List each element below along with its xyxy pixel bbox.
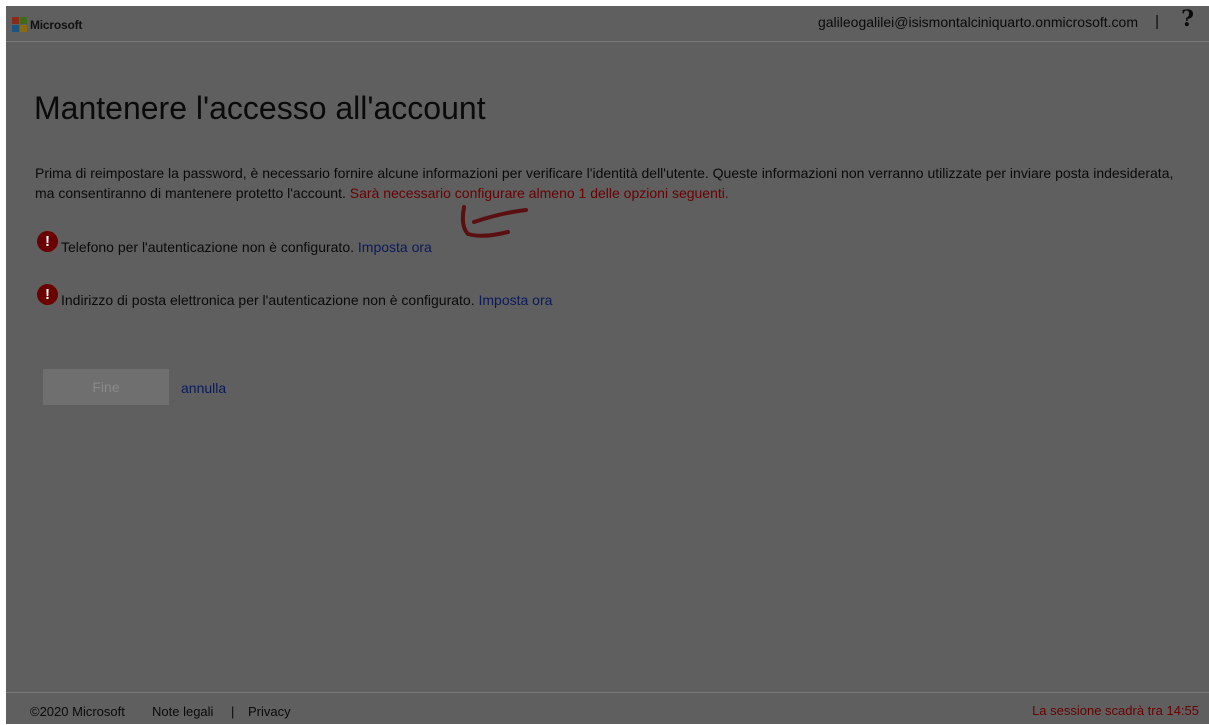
finish-button[interactable]: Fine xyxy=(43,369,169,405)
privacy-link[interactable]: Privacy xyxy=(248,704,291,719)
error-icon: ! xyxy=(37,231,58,252)
status-text: Indirizzo di posta elettronica per l'aut… xyxy=(61,284,552,308)
session-timer: La sessione scadrà tra 14:55 xyxy=(1032,703,1199,718)
hand-drawn-arrow-annotation xyxy=(460,205,528,238)
brand-name: Microsoft xyxy=(30,17,83,32)
legal-notes-link[interactable]: Note legali xyxy=(152,704,213,719)
copyright: ©2020 Microsoft xyxy=(30,704,125,719)
intro-warning: Sarà necessario configurare almeno 1 del… xyxy=(349,185,729,201)
microsoft-logo: Microsoft xyxy=(12,17,82,32)
email-status-label: Indirizzo di posta elettronica per l'aut… xyxy=(61,292,479,308)
cancel-link[interactable]: annulla xyxy=(181,380,226,396)
top-header: Microsoft galileogalilei@isismontalciniq… xyxy=(6,6,1209,42)
footer-separator: | xyxy=(231,704,235,719)
user-email: galileogalilei@isismontalciniquarto.onmi… xyxy=(817,14,1138,30)
footer: ©2020 Microsoft Note legali | Privacy La… xyxy=(6,692,1209,725)
header-separator: | xyxy=(1155,13,1159,30)
set-email-link[interactable]: Imposta ora xyxy=(478,292,552,308)
page: Microsoft galileogalilei@isismontalciniq… xyxy=(6,6,1209,724)
set-phone-link[interactable]: Imposta ora xyxy=(358,239,432,255)
intro-text: Prima di reimpostare la password, è nece… xyxy=(35,163,1185,203)
phone-auth-status: ! Telefono per l'autenticazione non è co… xyxy=(37,231,432,255)
help-icon[interactable]: ? xyxy=(1181,6,1194,32)
status-text: Telefono per l'autenticazione non è conf… xyxy=(61,231,432,255)
microsoft-logo-icon xyxy=(12,17,27,32)
phone-status-label: Telefono per l'autenticazione non è conf… xyxy=(61,239,358,255)
page-title: Mantenere l'accesso all'account xyxy=(34,90,486,126)
email-auth-status: ! Indirizzo di posta elettronica per l'a… xyxy=(37,284,552,308)
error-icon: ! xyxy=(37,284,58,305)
